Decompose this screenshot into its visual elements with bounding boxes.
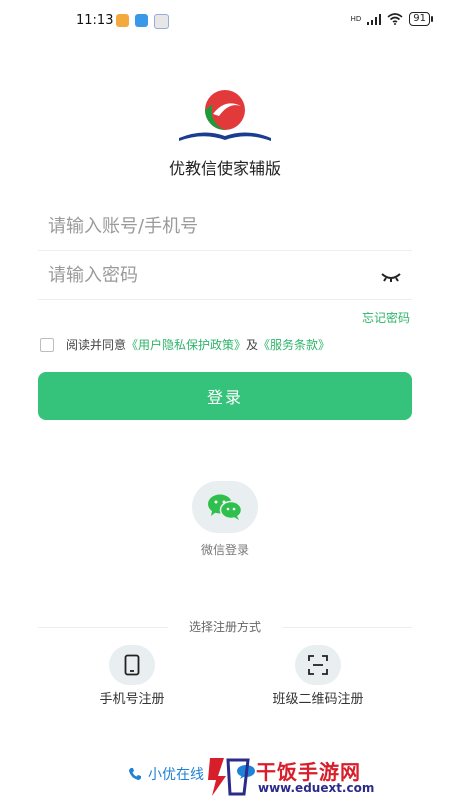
phone-icon: [124, 654, 140, 676]
qr-register-label: 班级二维码注册: [272, 692, 364, 707]
account-field-row: [38, 202, 412, 251]
status-right-group: HD 91: [350, 12, 433, 26]
status-time: 11:13: [76, 13, 114, 28]
wechat-login-label: 微信登录: [200, 543, 249, 557]
notification-app-icon: [116, 14, 129, 27]
login-button[interactable]: 登录: [38, 372, 412, 420]
wechat-icon: [208, 494, 243, 520]
eye-closed-icon[interactable]: [380, 266, 402, 284]
password-input[interactable]: [38, 251, 368, 299]
agreement-row: 阅读并同意 《用户隐私保护政策》 及 《服务条款》: [40, 336, 330, 353]
phone-call-icon: [129, 768, 141, 780]
qr-register-button[interactable]: [295, 645, 341, 685]
cloud-icon: [135, 14, 148, 27]
privacy-policy-link[interactable]: 《用户隐私保护政策》: [126, 336, 246, 353]
scan-icon: [308, 655, 328, 675]
agreement-and: 及: [246, 338, 259, 352]
app-notification-icon: [154, 14, 169, 29]
hd-signal-label: HD: [350, 15, 362, 23]
online-help-label: 小优在线: [148, 767, 204, 783]
battery-indicator: 91: [409, 12, 433, 26]
watermark: 干饭手游网 www.eduext.com: [204, 754, 444, 798]
signal-icon: [367, 13, 382, 25]
register-divider: 选择注册方式: [38, 618, 412, 636]
service-terms-link[interactable]: 《服务条款》: [258, 336, 330, 353]
forgot-password-link[interactable]: 忘记密码: [362, 309, 410, 326]
register-heading: 选择注册方式: [168, 618, 282, 635]
account-input[interactable]: [38, 202, 368, 250]
wifi-icon: [387, 13, 403, 25]
agreement-prefix: 阅读并同意: [66, 338, 127, 352]
status-bar: 11:13 HD 91: [0, 0, 450, 40]
agreement-checkbox[interactable]: [40, 337, 54, 352]
online-help-link[interactable]: 小优在线: [128, 764, 204, 784]
book-logo-icon: [179, 90, 271, 141]
app-title: 优教信使家辅版: [168, 159, 281, 178]
password-field-row: [38, 251, 412, 300]
wechat-login-button[interactable]: [192, 481, 258, 533]
phone-register-button[interactable]: [109, 645, 155, 685]
watermark-url: www.eduext.com: [258, 781, 375, 795]
phone-register-label: 手机号注册: [99, 692, 165, 707]
watermark-logo-icon: [204, 754, 252, 798]
